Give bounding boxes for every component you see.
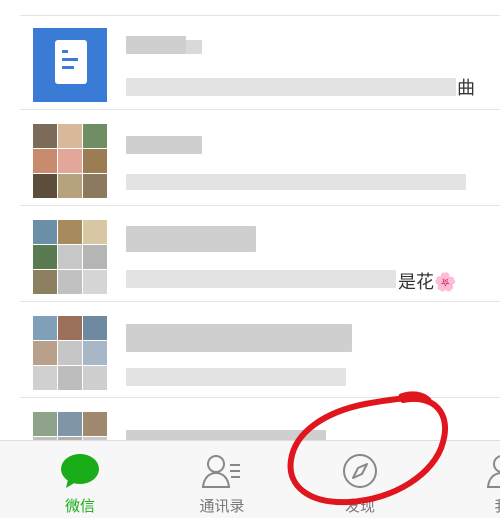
group-avatar bbox=[33, 220, 107, 294]
chat-preview-redacted bbox=[126, 368, 346, 386]
tab-contacts[interactable]: 通讯录 bbox=[166, 441, 278, 518]
group-avatar bbox=[33, 124, 107, 198]
row-divider bbox=[20, 109, 500, 110]
chat-name-redacted bbox=[186, 40, 202, 54]
chat-bubble-icon bbox=[61, 454, 99, 488]
chat-name-redacted bbox=[126, 226, 256, 252]
chat-name-redacted bbox=[126, 36, 186, 54]
chat-name-redacted bbox=[126, 324, 352, 352]
chat-row[interactable]: 曲 bbox=[0, 16, 500, 110]
tab-label: 微信 bbox=[64, 497, 95, 515]
group-avatar bbox=[33, 412, 107, 440]
chat-row[interactable] bbox=[0, 0, 500, 16]
chat-preview-redacted bbox=[126, 270, 396, 288]
tab-label: 通讯录 bbox=[199, 497, 245, 515]
tab-discover[interactable]: 发现 bbox=[304, 441, 416, 518]
tab-me[interactable]: 我 bbox=[446, 441, 500, 518]
chat-row[interactable] bbox=[0, 112, 500, 206]
chat-name-redacted bbox=[126, 136, 202, 154]
chat-preview-text: 曲 bbox=[457, 78, 475, 99]
tab-label: 我 bbox=[446, 495, 500, 516]
chat-name-redacted bbox=[126, 430, 326, 440]
file-transfer-avatar bbox=[33, 28, 107, 102]
chat-row[interactable] bbox=[0, 400, 500, 440]
chat-row[interactable] bbox=[0, 304, 500, 398]
person-icon bbox=[486, 455, 500, 488]
compass-icon bbox=[343, 454, 377, 488]
tab-chats[interactable]: 微信 bbox=[24, 441, 136, 518]
group-avatar bbox=[33, 316, 107, 390]
document-icon bbox=[55, 40, 87, 84]
tab-label: 发现 bbox=[344, 497, 375, 515]
bottom-tab-bar: 微信 通讯录 发现 我 bbox=[0, 440, 500, 518]
row-divider bbox=[20, 205, 500, 206]
chat-preview-redacted bbox=[126, 174, 466, 190]
chat-preview-text: 是花🌸 bbox=[398, 272, 457, 293]
chat-preview-redacted bbox=[126, 78, 456, 96]
chat-row[interactable]: 是花🌸 bbox=[0, 208, 500, 302]
chat-list: 曲 是花🌸 bbox=[0, 0, 500, 440]
row-divider bbox=[20, 397, 500, 398]
contacts-icon bbox=[201, 455, 240, 488]
row-divider bbox=[20, 301, 500, 302]
